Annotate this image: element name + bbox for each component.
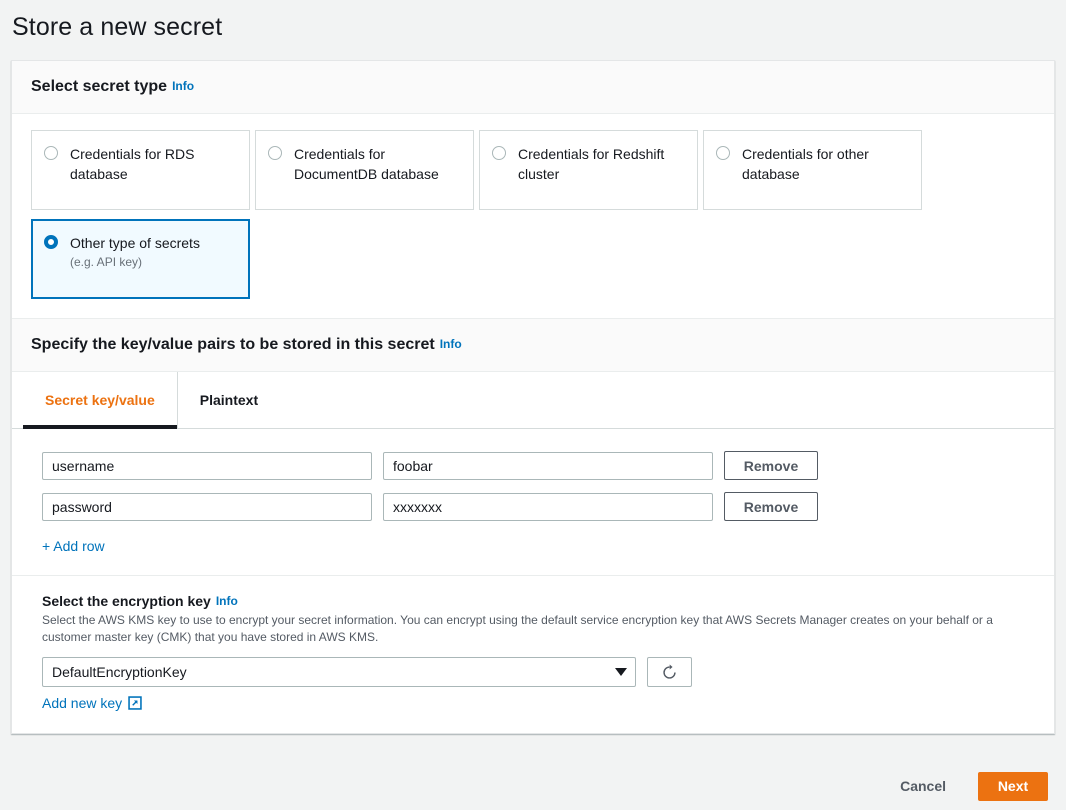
info-link-keyvalue[interactable]: Info <box>440 337 462 351</box>
keyvalue-heading: Specify the key/value pairs to be stored… <box>12 318 1054 372</box>
radio-sublabel: (e.g. API key) <box>70 255 143 269</box>
keyvalue-row: Remove <box>42 451 1054 480</box>
secret-type-heading-text: Select secret type <box>31 78 168 95</box>
radio-icon <box>492 146 506 160</box>
radio-card-other-secrets[interactable]: Other type of secrets (e.g. API key) <box>31 219 250 299</box>
tab-label: Secret key/value <box>45 392 155 408</box>
cancel-button[interactable]: Cancel <box>882 770 964 802</box>
tab-plaintext[interactable]: Plaintext <box>178 372 280 428</box>
secret-type-options-row-1: Credentials for RDS database Credentials… <box>12 114 1054 210</box>
refresh-icon <box>663 664 676 679</box>
info-link-encryption[interactable]: Info <box>216 594 238 608</box>
secret-value-input-2[interactable] <box>383 492 713 521</box>
encryption-key-section: Select the encryption key Info Select the… <box>12 576 1054 733</box>
secret-value-input-1[interactable] <box>383 451 713 480</box>
radio-label: Credentials for Redshift cluster <box>518 146 665 182</box>
add-row-link[interactable]: + Add row <box>42 538 105 554</box>
encryption-key-description: Select the AWS KMS key to use to encrypt… <box>42 613 993 644</box>
keyvalue-rows: Remove Remove + Add row <box>12 429 1054 576</box>
tab-label: Plaintext <box>199 392 259 408</box>
radio-icon <box>44 146 58 160</box>
radio-icon <box>268 146 282 160</box>
radio-card-other-database[interactable]: Credentials for other database <box>703 130 922 210</box>
radio-icon-selected <box>44 235 58 249</box>
remove-row-button-2[interactable]: Remove <box>724 492 818 521</box>
external-link-icon <box>128 696 142 710</box>
radio-card-redshift[interactable]: Credentials for Redshift cluster <box>479 130 698 210</box>
keyvalue-row: Remove <box>42 492 1054 521</box>
keyvalue-tabs: Secret key/value Plaintext <box>12 372 1054 429</box>
radio-label-text: Other type of secrets <box>70 235 200 251</box>
keyvalue-heading-text: Specify the key/value pairs to be stored… <box>31 336 435 353</box>
radio-label: Credentials for DocumentDB database <box>294 146 439 182</box>
page-title: Store a new secret <box>12 13 223 41</box>
tab-secret-key-value[interactable]: Secret key/value <box>23 372 178 429</box>
secret-key-input-1[interactable] <box>42 451 372 480</box>
encryption-key-heading: Select the encryption key Info <box>42 593 1054 609</box>
encryption-key-heading-text: Select the encryption key <box>42 593 211 609</box>
secret-type-options-row-2: Other type of secrets (e.g. API key) <box>12 210 1054 318</box>
radio-label: Credentials for RDS database <box>70 146 195 182</box>
radio-label: Other type of secrets (e.g. API key) <box>70 233 200 271</box>
remove-row-button-1[interactable]: Remove <box>724 451 818 480</box>
form-card: Select secret type Info Credentials for R… <box>11 60 1055 734</box>
radio-label: Credentials for other database <box>742 146 869 182</box>
radio-icon <box>716 146 730 160</box>
next-button[interactable]: Next <box>978 771 1048 801</box>
encryption-key-select-wrap: DefaultEncryptionKey <box>42 657 636 687</box>
encryption-key-selected-value: DefaultEncryptionKey <box>52 664 187 680</box>
radio-card-documentdb[interactable]: Credentials for DocumentDB database <box>255 130 474 210</box>
form-footer: Cancel Next <box>0 770 1066 802</box>
radio-card-rds[interactable]: Credentials for RDS database <box>31 130 250 210</box>
secret-type-heading: Select secret type Info <box>12 61 1054 114</box>
add-new-key-row: Add new key <box>42 695 1054 711</box>
encryption-key-select[interactable]: DefaultEncryptionKey <box>42 657 636 687</box>
add-new-key-link[interactable]: Add new key <box>42 695 122 711</box>
encryption-key-controls: DefaultEncryptionKey <box>42 657 1054 687</box>
refresh-button[interactable] <box>647 657 692 687</box>
secret-key-input-2[interactable] <box>42 492 372 521</box>
info-link-secret-type[interactable]: Info <box>172 79 194 93</box>
